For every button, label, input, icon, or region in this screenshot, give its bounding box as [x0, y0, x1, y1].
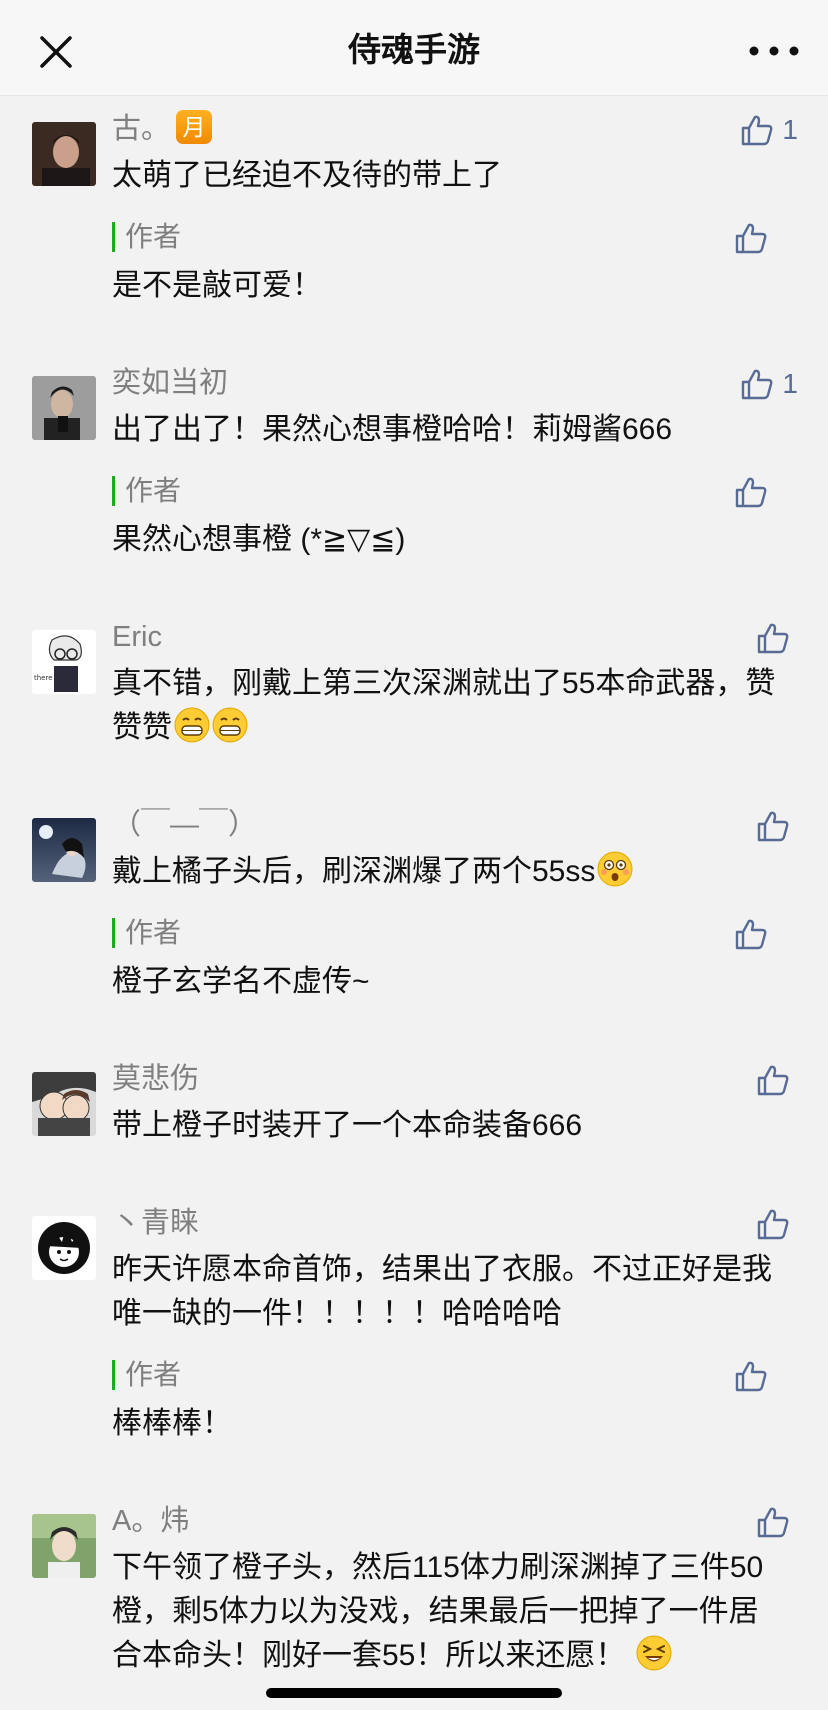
comment-text: 出了出了！果然心想事橙哈哈！莉姆酱666 — [112, 413, 673, 446]
avatar[interactable] — [32, 818, 96, 882]
comment-author-row: 丶青睐 — [112, 1198, 798, 1248]
comment-author-row: 奕如当初 — [112, 358, 798, 408]
author-reply-tag: 作者 — [112, 918, 181, 948]
comment-author-name[interactable]: 莫悲伤 — [112, 1063, 199, 1095]
comment-item: 古。月 1 太萌了已经迫不及待的带上了 作者 是不是敲可爱！ — [0, 104, 828, 308]
author-reply-text: 棒棒棒！ — [112, 1407, 232, 1440]
like-count: 1 — [782, 368, 798, 399]
thumbs-up-icon — [757, 623, 789, 654]
avatar[interactable] — [32, 122, 96, 186]
comment-item: there Eric 真不错，刚戴上第三次深渊就出了55本命武器，赞赞赞 — [0, 612, 828, 750]
reply-like-button[interactable] — [734, 218, 768, 258]
author-reply-tag: 作者 — [112, 222, 181, 252]
author-reply-tag: 作者 — [112, 476, 181, 506]
comment-text: 太萌了已经迫不及待的带上了 — [112, 159, 502, 192]
comment-author-name[interactable]: 古。 — [112, 113, 170, 145]
author-reply-text: 是不是敲可爱！ — [112, 269, 322, 302]
comment-text: 带上橙子时装开了一个本命装备666 — [112, 1109, 583, 1142]
comment-text-body: 戴上橘子头后，刷深渊爆了两个55ss — [112, 855, 596, 888]
comment-author-row: A。炜 — [112, 1496, 798, 1546]
more-icon[interactable] — [746, 36, 802, 66]
comment-author-row: （￣—￣） — [112, 800, 798, 850]
moon-badge-icon: 月 — [176, 110, 213, 145]
comment-item: 丶青睐 昨天许愿本命首饰，结果出了衣服。不过正好是我唯一缺的一件！！！！！哈哈哈… — [0, 1198, 828, 1446]
reply-like-button[interactable] — [734, 472, 768, 512]
like-button[interactable]: 1 — [740, 110, 798, 150]
author-reply-text: 橙子玄学名不虚传~ — [112, 965, 370, 998]
reply-like-button[interactable] — [734, 914, 768, 954]
avatar[interactable]: there — [32, 630, 96, 694]
thumbs-up-icon — [735, 223, 767, 254]
author-reply: 作者 棒棒棒！ — [112, 1352, 798, 1446]
like-button[interactable] — [756, 806, 798, 846]
comment-text: 真不错，刚戴上第三次深渊就出了55本命武器，赞赞赞 — [112, 662, 798, 750]
thumbs-up-icon — [757, 1209, 789, 1240]
comment-author-row: Eric — [112, 612, 798, 662]
comment-list: 古。月 1 太萌了已经迫不及待的带上了 作者 是不是敲可爱！ 奕如当初 1 出了… — [0, 96, 828, 1710]
comment-author-name[interactable]: Eric — [112, 621, 162, 653]
home-indicator[interactable] — [266, 1688, 562, 1698]
thumbs-up-icon — [757, 1507, 789, 1538]
avatar[interactable] — [32, 1514, 96, 1578]
close-icon[interactable] — [30, 26, 82, 78]
avatar[interactable] — [32, 1216, 96, 1280]
svg-text:there: there — [34, 674, 53, 682]
comment-author-name[interactable]: 丶青睐 — [112, 1207, 199, 1239]
comment-text: 戴上橘子头后，刷深渊爆了两个55ss — [112, 850, 798, 894]
nav-bar: 侍魂手游 — [0, 0, 828, 96]
dizzy-emoji — [597, 851, 633, 887]
thumbs-up-icon — [742, 115, 773, 146]
like-count: 1 — [782, 114, 798, 145]
page-title: 侍魂手游 — [348, 31, 480, 68]
comment-text: 下午领了橙子头，然后115体力刷深渊掉了三件50橙，剩5体力以为没戏，结果最后一… — [112, 1546, 798, 1678]
comment-item: A。炜 下午领了橙子头，然后115体力刷深渊掉了三件50橙，剩5体力以为没戏，结… — [0, 1496, 828, 1678]
comment-author-name[interactable]: （￣—￣） — [112, 809, 257, 841]
author-reply-text: 果然心想事橙 (*≧▽≦) — [112, 523, 406, 556]
comment-item: 奕如当初 1 出了出了！果然心想事橙哈哈！莉姆酱666 作者 果然心想事橙 (*… — [0, 358, 828, 562]
comment-text-body: 真不错，刚戴上第三次深渊就出了55本命武器，赞赞赞 — [112, 667, 776, 744]
comment-text: 昨天许愿本命首饰，结果出了衣服。不过正好是我唯一缺的一件！！！！！哈哈哈哈 — [112, 1253, 772, 1330]
like-button[interactable]: 1 — [740, 364, 798, 404]
thumbs-up-icon — [735, 477, 767, 508]
author-reply: 作者 橙子玄学名不虚传~ — [112, 910, 798, 1004]
comment-author-name[interactable]: A。炜 — [112, 1505, 189, 1537]
thumbs-up-icon — [742, 369, 773, 400]
like-button[interactable] — [756, 1502, 798, 1542]
comment-author-row: 莫悲伤 — [112, 1054, 798, 1104]
comment-author-name[interactable]: 奕如当初 — [112, 367, 228, 399]
like-button[interactable] — [756, 1204, 798, 1244]
comment-item: 莫悲伤 带上橙子时装开了一个本命装备666 — [0, 1054, 828, 1148]
avatar[interactable] — [32, 376, 96, 440]
squint-laugh-emoji — [636, 1635, 672, 1671]
grin-emoji — [212, 707, 248, 743]
grin-emoji — [174, 707, 210, 743]
reply-like-button[interactable] — [734, 1356, 768, 1396]
author-reply: 作者 是不是敲可爱！ — [112, 214, 798, 308]
like-button[interactable] — [756, 618, 798, 658]
thumbs-up-icon — [735, 1361, 767, 1392]
comment-item: （￣—￣） 戴上橘子头后，刷深渊爆了两个55ss 作者 橙子玄学名不虚传~ — [0, 800, 828, 1004]
author-reply: 作者 果然心想事橙 (*≧▽≦) — [112, 468, 798, 562]
thumbs-up-icon — [735, 919, 767, 950]
comment-author-row: 古。月 — [112, 104, 798, 154]
thumbs-up-icon — [757, 811, 789, 842]
like-button[interactable] — [756, 1060, 798, 1100]
thumbs-up-icon — [757, 1065, 789, 1096]
author-reply-tag: 作者 — [112, 1360, 181, 1390]
avatar[interactable] — [32, 1072, 96, 1136]
